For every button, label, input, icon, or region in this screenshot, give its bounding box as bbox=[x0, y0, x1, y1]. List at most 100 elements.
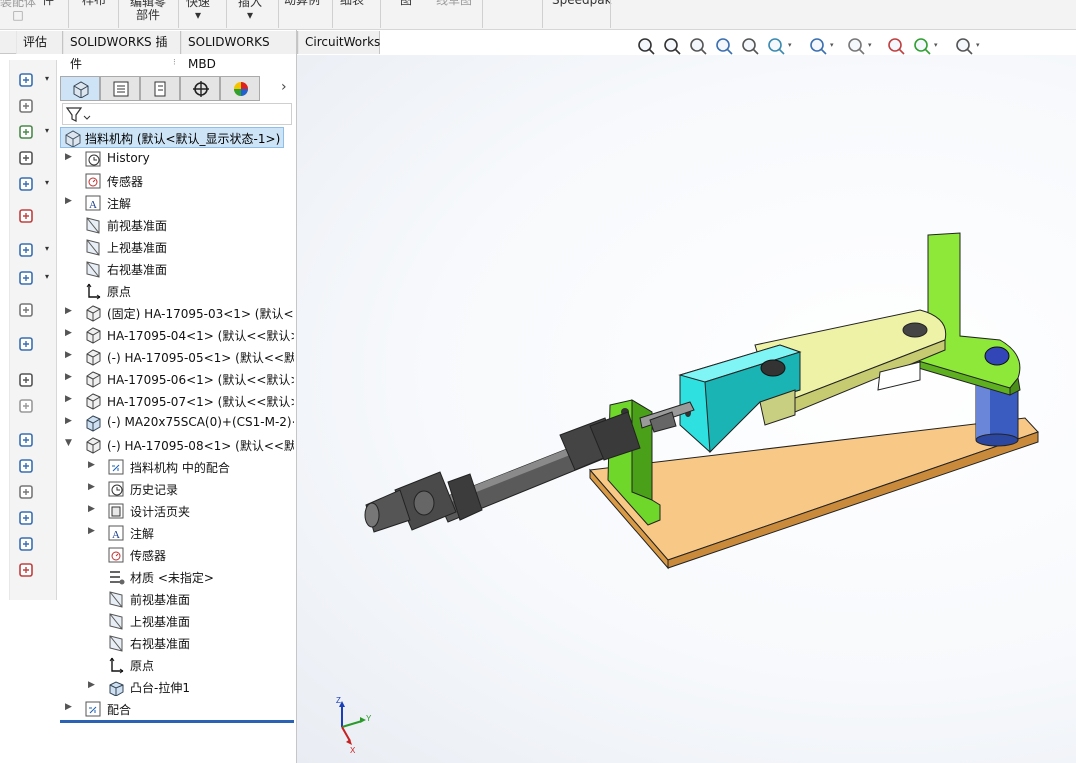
tree-item[interactable]: 材质 <未指定> bbox=[0, 566, 294, 588]
zoom-to-area-icon[interactable] bbox=[662, 36, 682, 56]
dropdown-arrow-icon[interactable]: ▾ bbox=[788, 41, 792, 49]
apply-scene-icon[interactable] bbox=[912, 36, 932, 56]
expand-arrow-icon[interactable]: ▶ bbox=[65, 350, 72, 360]
tree-item-label: (-) MA20x75SCA(0)+(CS1-M-2)< bbox=[107, 415, 294, 429]
tree-root-label: 挡料机构 (默认<默认_显示状态-1>) bbox=[85, 132, 281, 146]
collapse-arrow-icon[interactable]: ▼ bbox=[65, 438, 72, 448]
dropdown-arrow-icon[interactable]: ▾ bbox=[868, 41, 872, 49]
tab-3[interactable]: CircuitWorks bbox=[298, 31, 380, 54]
graphics-area[interactable] bbox=[297, 55, 1076, 763]
ribbon-button-9[interactable]: 线草图 bbox=[436, 0, 472, 7]
tree-item[interactable]: 前视基准面 bbox=[0, 588, 294, 610]
ribbon-button-8[interactable]: 图 bbox=[400, 0, 412, 7]
tree-item[interactable]: 右视基准面 bbox=[0, 258, 294, 280]
plane-icon bbox=[84, 260, 102, 278]
tree-item[interactable]: ▶ HA-17095-06<1> (默认<<默认>_ bbox=[0, 368, 294, 390]
tree-root-assembly[interactable]: 挡料机构 (默认<默认_显示状态-1>) bbox=[60, 127, 284, 148]
tree-item[interactable]: ▶ (-) HA-17095-05<1> (默认<<默认 bbox=[0, 346, 294, 368]
expand-arrow-icon[interactable]: ▶ bbox=[88, 504, 95, 514]
part-icon bbox=[84, 348, 102, 366]
dynamic-annotation-icon[interactable] bbox=[740, 36, 760, 56]
tree-item[interactable]: ▼ (-) HA-17095-08<1> (默认<<默认 bbox=[0, 434, 294, 456]
ribbon-separator bbox=[542, 0, 543, 28]
zoom-to-fit-icon[interactable] bbox=[636, 36, 656, 56]
previous-view-icon[interactable] bbox=[688, 36, 708, 56]
extrude-icon bbox=[107, 678, 125, 697]
tree-item-label: (-) HA-17095-08<1> (默认<<默认 bbox=[107, 439, 294, 453]
tree-item[interactable]: ▶ 设计活页夹 bbox=[0, 500, 294, 522]
tree-item-label: 上视基准面 bbox=[107, 241, 168, 255]
expand-arrow-icon[interactable]: ▶ bbox=[88, 526, 95, 536]
tree-item-label: 右视基准面 bbox=[130, 637, 191, 651]
base-plate[interactable] bbox=[589, 417, 1039, 570]
expand-arrow-icon[interactable]: ▶ bbox=[65, 152, 72, 162]
tree-item-label: (固定) HA-17095-03<1> (默认<< bbox=[107, 307, 294, 321]
assembly-model[interactable] bbox=[297, 55, 1076, 763]
tree-item[interactable]: 前视基准面 bbox=[0, 214, 294, 236]
tree-item[interactable]: ▶ 挡料机构 中的配合 bbox=[0, 456, 294, 478]
tree-rollback-bar[interactable] bbox=[60, 720, 294, 723]
expand-arrow-icon[interactable]: ▶ bbox=[88, 680, 95, 690]
cyan-clevis[interactable] bbox=[678, 344, 802, 454]
expand-arrow-icon[interactable]: ▶ bbox=[65, 328, 72, 338]
annotation-icon: A bbox=[107, 524, 125, 542]
tree-item[interactable]: 右视基准面 bbox=[0, 632, 294, 654]
tree-item[interactable]: 上视基准面 bbox=[0, 236, 294, 258]
tree-item[interactable]: 原点 bbox=[0, 654, 294, 676]
tree-item[interactable]: 上视基准面 bbox=[0, 610, 294, 632]
tree-item[interactable]: ▶ 凸台-拉伸1 bbox=[0, 676, 294, 698]
tree-item[interactable]: ▶ History bbox=[0, 148, 294, 170]
sensor-icon bbox=[84, 172, 102, 190]
expand-arrow-icon[interactable]: ▶ bbox=[65, 196, 72, 206]
tree-item[interactable]: ▶ A 注解 bbox=[0, 522, 294, 544]
expand-arrow-icon[interactable]: ▶ bbox=[65, 416, 72, 426]
display-style-icon[interactable] bbox=[808, 36, 828, 56]
ribbon-button-10[interactable]: Speedpak bbox=[552, 0, 612, 7]
tree-item-label: 挡料机构 中的配合 bbox=[130, 461, 230, 475]
view-orientation-icon[interactable] bbox=[766, 36, 786, 56]
dropdown-arrow-icon[interactable]: ▾ bbox=[976, 41, 980, 49]
triad-z-label: Z bbox=[336, 696, 341, 705]
tree-item[interactable]: 传感器 bbox=[0, 170, 294, 192]
design-binder-icon bbox=[107, 502, 125, 520]
tree-item-label: 传感器 bbox=[107, 175, 144, 189]
view-settings-icon[interactable] bbox=[954, 36, 974, 56]
expand-arrow-icon[interactable]: ▶ bbox=[65, 394, 72, 404]
part-icon bbox=[84, 370, 102, 388]
material-icon bbox=[107, 568, 125, 586]
hide-show-items-icon[interactable] bbox=[846, 36, 866, 56]
dropdown-arrow-icon[interactable]: ▾ bbox=[830, 41, 834, 49]
expand-arrow-icon[interactable]: ▶ bbox=[65, 372, 72, 382]
expand-arrow-icon[interactable]: ▶ bbox=[88, 482, 95, 492]
tree-item-label: 右视基准面 bbox=[107, 263, 168, 277]
plane-icon bbox=[107, 634, 125, 652]
tree-item[interactable]: ▶ 配合 bbox=[0, 698, 294, 720]
triad-y-label: Y bbox=[366, 714, 372, 723]
mates-folder-icon bbox=[107, 458, 125, 476]
tree-item[interactable]: ▶ (固定) HA-17095-03<1> (默认<< bbox=[0, 302, 294, 324]
edit-appearance-icon[interactable] bbox=[886, 36, 906, 56]
tree-item[interactable]: ▶ (-) MA20x75SCA(0)+(CS1-M-2)< bbox=[0, 412, 294, 434]
tree-item[interactable]: ▶ HA-17095-07<1> (默认<<默认>_ bbox=[0, 390, 294, 412]
subassembly-icon bbox=[84, 414, 102, 432]
plane-icon bbox=[84, 238, 102, 256]
tree-item-label: 前视基准面 bbox=[130, 593, 191, 607]
tree-item-label: 历史记录 bbox=[130, 483, 179, 497]
tree-item[interactable]: ▶ 历史记录 bbox=[0, 478, 294, 500]
expand-arrow-icon[interactable]: ▶ bbox=[65, 306, 72, 316]
svg-text:A: A bbox=[89, 199, 97, 211]
tree-item-label: 传感器 bbox=[130, 549, 167, 563]
triad-x-label: X bbox=[350, 746, 356, 755]
tree-item-label: 材质 <未指定> bbox=[130, 571, 214, 585]
tree-item[interactable]: ▶ A 注解 bbox=[0, 192, 294, 214]
expand-arrow-icon[interactable]: ▶ bbox=[65, 702, 72, 712]
tree-item[interactable]: 传感器 bbox=[0, 544, 294, 566]
expand-arrow-icon[interactable]: ▶ bbox=[88, 460, 95, 470]
tree-item[interactable]: 原点 bbox=[0, 280, 294, 302]
dropdown-arrow-icon[interactable]: ▾ bbox=[934, 41, 938, 49]
part-icon bbox=[84, 392, 102, 410]
tree-item[interactable]: ▶ HA-17095-04<1> (默认<<默认>_ bbox=[0, 324, 294, 346]
plane-icon bbox=[107, 590, 125, 608]
ribbon-button-7[interactable]: 细表 bbox=[340, 0, 364, 7]
section-view-icon[interactable] bbox=[714, 36, 734, 56]
